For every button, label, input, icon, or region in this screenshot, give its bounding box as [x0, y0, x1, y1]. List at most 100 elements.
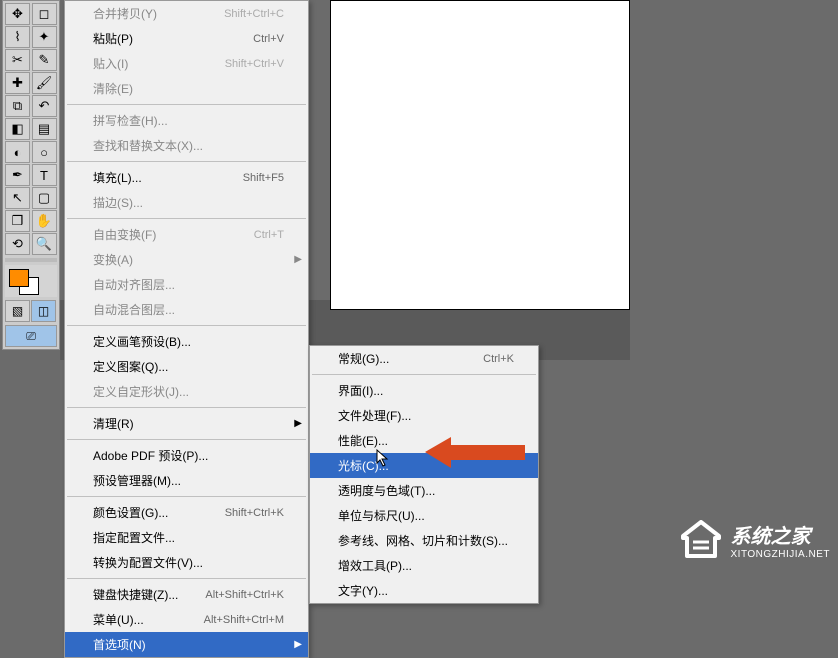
pref-submenu-item-3[interactable]: 文件处理(F)...: [310, 403, 538, 428]
menu-item-shortcut: Alt+Shift+Ctrl+M: [204, 614, 284, 626]
edit-menu-item-16[interactable]: 定义画笔预设(B)...: [65, 329, 308, 354]
edit-menu-separator: [67, 496, 306, 497]
pref-submenu-separator: [312, 374, 536, 375]
edit-menu-item-8[interactable]: 填充(L)... Shift+F5: [65, 165, 308, 190]
menu-item-label: 变换(A): [93, 251, 133, 268]
pref-submenu-item-6[interactable]: 透明度与色域(T)...: [310, 478, 538, 503]
watermark: 系统之家 XITONGZHIJIA.NET: [679, 520, 831, 560]
menu-item-label: 菜单(U)...: [93, 611, 144, 628]
path-tool[interactable]: ↖: [5, 187, 30, 209]
watermark-url: XITONGZHIJIA.NET: [731, 549, 831, 560]
edit-menu-item-17[interactable]: 定义图案(Q)...: [65, 354, 308, 379]
pref-submenu-item-8[interactable]: 参考线、网格、切片和计数(S)...: [310, 528, 538, 553]
menu-item-label: 文件处理(F)...: [338, 407, 411, 424]
edit-menu-item-26[interactable]: 指定配置文件...: [65, 525, 308, 550]
edit-menu-item-31[interactable]: 首选项(N)▶: [65, 632, 308, 657]
menu-item-label: 贴入(I): [93, 55, 128, 72]
edit-menu-item-27[interactable]: 转换为配置文件(V)...: [65, 550, 308, 575]
menu-item-label: 定义图案(Q)...: [93, 358, 168, 375]
menu-item-shortcut: Shift+Ctrl+V: [225, 58, 284, 70]
menu-item-label: 定义自定形状(J)...: [93, 383, 189, 400]
quickmask-mode-button[interactable]: ◫: [31, 300, 56, 322]
type-tool[interactable]: T: [32, 164, 57, 186]
edit-menu-item-2: 贴入(I) Shift+Ctrl+V: [65, 51, 308, 76]
edit-menu-separator: [67, 325, 306, 326]
menu-item-label: 性能(E)...: [338, 432, 388, 449]
submenu-arrow-icon: ▶: [294, 254, 302, 265]
document-canvas[interactable]: [330, 0, 630, 310]
menu-item-label: 键盘快捷键(Z)...: [93, 586, 178, 603]
pref-submenu-item-0[interactable]: 常规(G)...Ctrl+K: [310, 346, 538, 371]
menu-item-label: 填充(L)...: [93, 169, 142, 186]
marquee-tool[interactable]: ◻: [32, 3, 57, 25]
pref-submenu-item-9[interactable]: 增效工具(P)...: [310, 553, 538, 578]
edit-menu-item-30[interactable]: 菜单(U)... Alt+Shift+Ctrl+M: [65, 607, 308, 632]
foreground-color-swatch[interactable]: [9, 269, 29, 287]
menu-item-label: 参考线、网格、切片和计数(S)...: [338, 532, 508, 549]
menu-item-label: 透明度与色域(T)...: [338, 482, 435, 499]
pref-submenu-item-7[interactable]: 单位与标尺(U)...: [310, 503, 538, 528]
menu-item-label: 界面(I)...: [338, 382, 383, 399]
edit-menu-item-25[interactable]: 颜色设置(G)...Shift+Ctrl+K: [65, 500, 308, 525]
edit-menu-item-20[interactable]: 清理(R) ▶: [65, 411, 308, 436]
gradient-tool[interactable]: ▤: [32, 118, 57, 140]
menu-item-label: 首选项(N): [93, 636, 146, 653]
hand-tool[interactable]: ✋: [32, 210, 57, 232]
edit-menu-item-22[interactable]: Adobe PDF 预设(P)...: [65, 443, 308, 468]
menu-item-shortcut: Shift+Ctrl+C: [224, 8, 284, 20]
edit-menu-separator: [67, 439, 306, 440]
history-tool[interactable]: ↶: [32, 95, 57, 117]
menu-item-label: 增效工具(P)...: [338, 557, 412, 574]
annotation-arrow-icon: [425, 435, 525, 470]
cursor-icon: [376, 449, 390, 467]
zoom-tool[interactable]: 🔍: [32, 233, 57, 255]
submenu-arrow-icon: ▶: [294, 418, 302, 429]
edit-menu-item-13: 自动对齐图层...: [65, 272, 308, 297]
menu-item-label: 自动对齐图层...: [93, 276, 175, 293]
stamp-tool[interactable]: ⧉: [5, 95, 30, 117]
menu-item-label: 粘贴(P): [93, 30, 133, 47]
menu-item-shortcut: Alt+Shift+Ctrl+K: [205, 589, 284, 601]
edit-menu-item-23[interactable]: 预设管理器(M)...: [65, 468, 308, 493]
shape-tool[interactable]: ▢: [32, 187, 57, 209]
eraser-tool[interactable]: ◧: [5, 118, 30, 140]
edit-menu-item-3: 清除(E): [65, 76, 308, 101]
edit-menu-item-9: 描边(S)...: [65, 190, 308, 215]
pref-submenu-item-2[interactable]: 界面(I)...: [310, 378, 538, 403]
menu-item-label: 预设管理器(M)...: [93, 472, 181, 489]
tool-separator: [5, 258, 57, 262]
menu-item-label: 清理(R): [93, 415, 134, 432]
pen-tool[interactable]: ✒: [5, 164, 30, 186]
watermark-house-icon: [679, 520, 723, 560]
screen-mode-button[interactable]: ⎚: [5, 325, 57, 347]
edit-menu-separator: [67, 407, 306, 408]
color-swatches[interactable]: [5, 265, 57, 297]
edit-menu-item-6: 查找和替换文本(X)...: [65, 133, 308, 158]
edit-menu-item-14: 自动混合图层...: [65, 297, 308, 322]
edit-menu-item-5: 拼写检查(H)...: [65, 108, 308, 133]
edit-menu-item-29[interactable]: 键盘快捷键(Z)... Alt+Shift+Ctrl+K: [65, 582, 308, 607]
menu-item-label: 常规(G)...: [338, 350, 389, 367]
wand-tool[interactable]: ✦: [32, 26, 57, 48]
3d-tool[interactable]: ❒: [5, 210, 30, 232]
menu-item-label: 合并拷贝(Y): [93, 5, 157, 22]
healing-tool[interactable]: ✚: [5, 72, 30, 94]
edit-menu-separator: [67, 578, 306, 579]
edit-menu-item-1[interactable]: 粘贴(P)Ctrl+V: [65, 26, 308, 51]
lasso-tool[interactable]: ⌇: [5, 26, 30, 48]
menu-item-shortcut: Shift+Ctrl+K: [225, 507, 284, 519]
standard-mode-button[interactable]: ▧: [5, 300, 30, 322]
rotate-tool[interactable]: ⟲: [5, 233, 30, 255]
move-tool[interactable]: ✥: [5, 3, 30, 25]
crop-tool[interactable]: ✂: [5, 49, 30, 71]
edit-menu-separator: [67, 161, 306, 162]
eyedropper-tool[interactable]: ✎: [32, 49, 57, 71]
brush-tool[interactable]: 🖌: [32, 72, 57, 94]
menu-item-label: 定义画笔预设(B)...: [93, 333, 191, 350]
blur-tool[interactable]: ◐: [5, 141, 30, 163]
menu-item-label: 自动混合图层...: [93, 301, 175, 318]
dodge-tool[interactable]: ○: [32, 141, 57, 163]
edit-menu-separator: [67, 104, 306, 105]
menu-item-shortcut: Shift+F5: [243, 172, 284, 184]
pref-submenu-item-10[interactable]: 文字(Y)...: [310, 578, 538, 603]
